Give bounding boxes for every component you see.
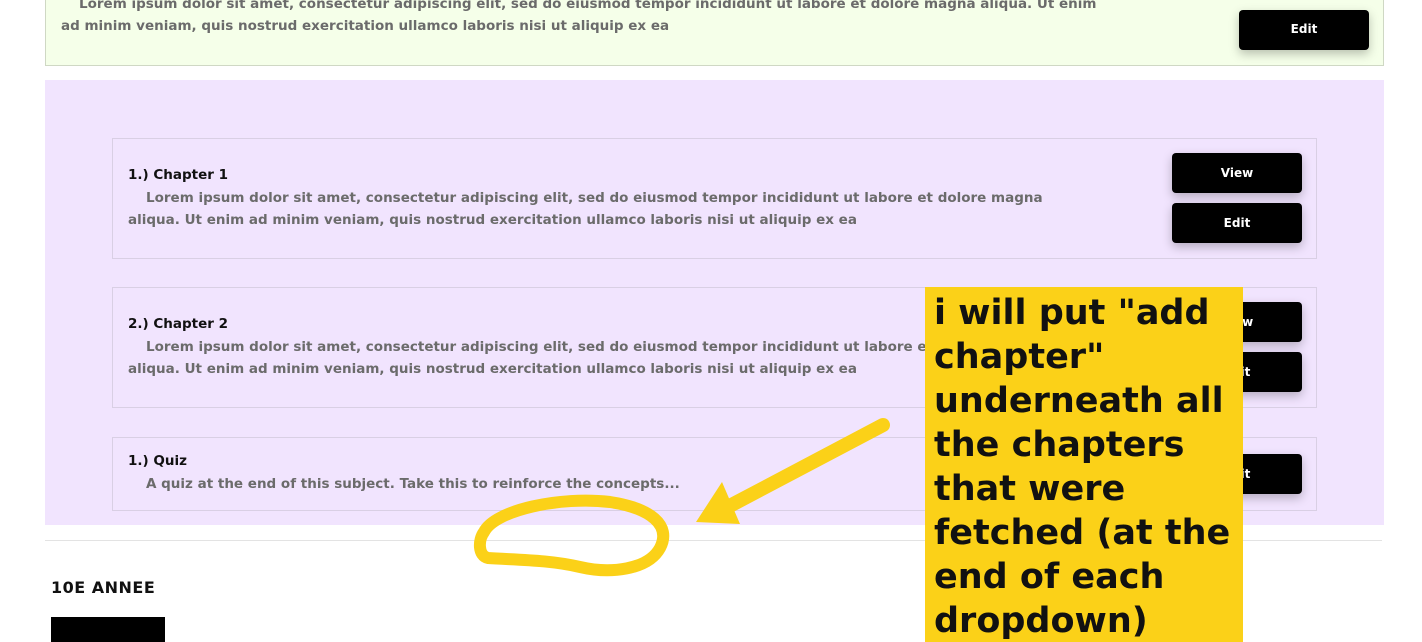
annotation-arrow — [696, 418, 890, 524]
annotation-circle — [473, 494, 670, 577]
annotation-marks — [473, 418, 890, 577]
